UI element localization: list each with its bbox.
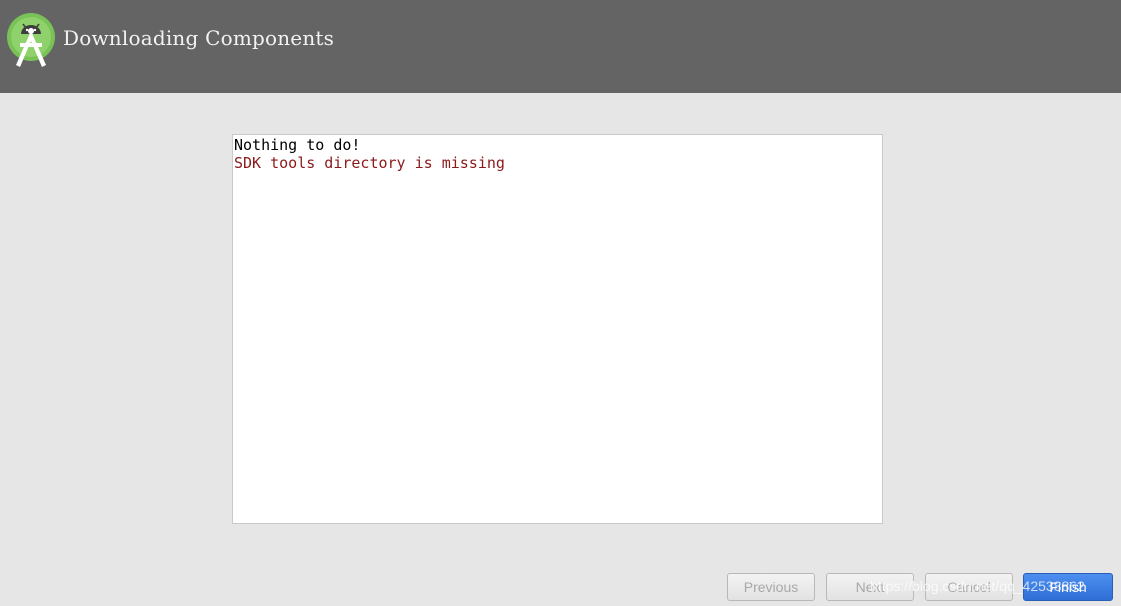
page-title: Downloading Components (63, 26, 335, 50)
next-button[interactable]: Next (826, 573, 914, 601)
log-line-info: Nothing to do! (234, 136, 361, 154)
progress-log-panel[interactable]: Nothing to do! SDK tools directory is mi… (232, 134, 883, 524)
finish-button[interactable]: Finish (1023, 573, 1113, 601)
previous-button[interactable]: Previous (727, 573, 815, 601)
log-line-error: SDK tools directory is missing (234, 154, 505, 172)
android-studio-logo-icon (7, 13, 55, 67)
wizard-header: Downloading Components (0, 0, 1121, 93)
cancel-button[interactable]: Cancel (925, 573, 1013, 601)
